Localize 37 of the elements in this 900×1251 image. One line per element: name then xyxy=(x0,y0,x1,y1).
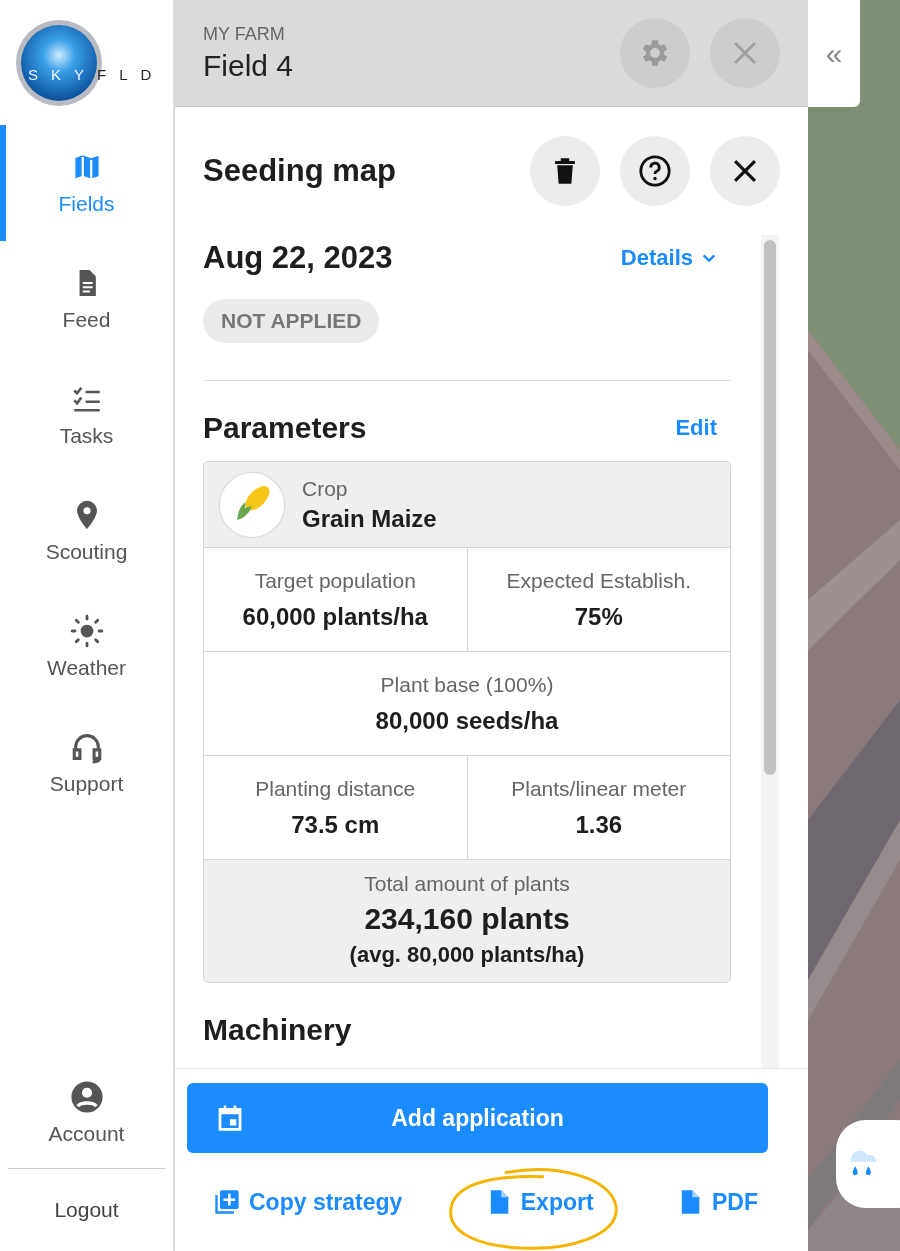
nav-item[interactable]: Weather xyxy=(0,589,167,705)
nav-item[interactable]: Fields xyxy=(0,125,167,241)
nav-item[interactable]: Tasks xyxy=(0,357,167,473)
total-value: 234,160 plants xyxy=(364,902,570,936)
crop-label: Crop xyxy=(302,476,349,501)
panel-title: Seeding map xyxy=(203,153,397,189)
parameter-value: 75% xyxy=(574,602,623,631)
parameter-value: 73.5 cm xyxy=(291,810,380,839)
parameter-label: Planting distance xyxy=(255,776,416,801)
nav-item[interactable]: Support xyxy=(0,705,167,821)
status-chip: NOT APPLIED xyxy=(203,299,380,343)
details-link[interactable]: Details xyxy=(620,245,717,271)
account-link[interactable]: Account xyxy=(0,1058,167,1168)
total-label: Total amount of plants xyxy=(364,872,570,896)
export-link[interactable]: Export xyxy=(484,1187,594,1217)
add-application-button[interactable]: Add application xyxy=(187,1083,768,1153)
nav-item[interactable]: Scouting xyxy=(0,473,167,589)
crop-value: Grain Maize xyxy=(302,504,437,533)
collapse-button[interactable]: « xyxy=(808,0,860,107)
parameter-value: 1.36 xyxy=(575,810,623,839)
section-title: Parameters xyxy=(203,411,367,445)
parameter-label: Plant base (100%) xyxy=(380,672,554,697)
logout-link[interactable]: Logout xyxy=(0,1169,173,1251)
nav-item[interactable]: Feed xyxy=(0,241,167,357)
parameter-label: Plants/linear meter xyxy=(511,776,687,801)
pdf-link[interactable]: PDF xyxy=(676,1187,758,1217)
parameter-value: 80,000 seeds/ha xyxy=(375,706,559,735)
parameter-label: Target population xyxy=(254,568,416,593)
total-average: (avg. 80,000 plants/ha) xyxy=(349,942,585,968)
date: Aug 22, 2023 xyxy=(203,240,393,276)
parameter-label: Expected Establish. xyxy=(506,568,691,593)
edit-link[interactable]: Edit xyxy=(675,415,717,441)
section-title: Machinery xyxy=(203,1013,352,1047)
farm-label: MY FARM xyxy=(203,23,286,45)
parameter-value: 60,000 plants/ha xyxy=(242,602,428,631)
field-title: Field 4 xyxy=(203,48,295,83)
copy-strategy-link[interactable]: Copy strategy xyxy=(213,1187,403,1217)
